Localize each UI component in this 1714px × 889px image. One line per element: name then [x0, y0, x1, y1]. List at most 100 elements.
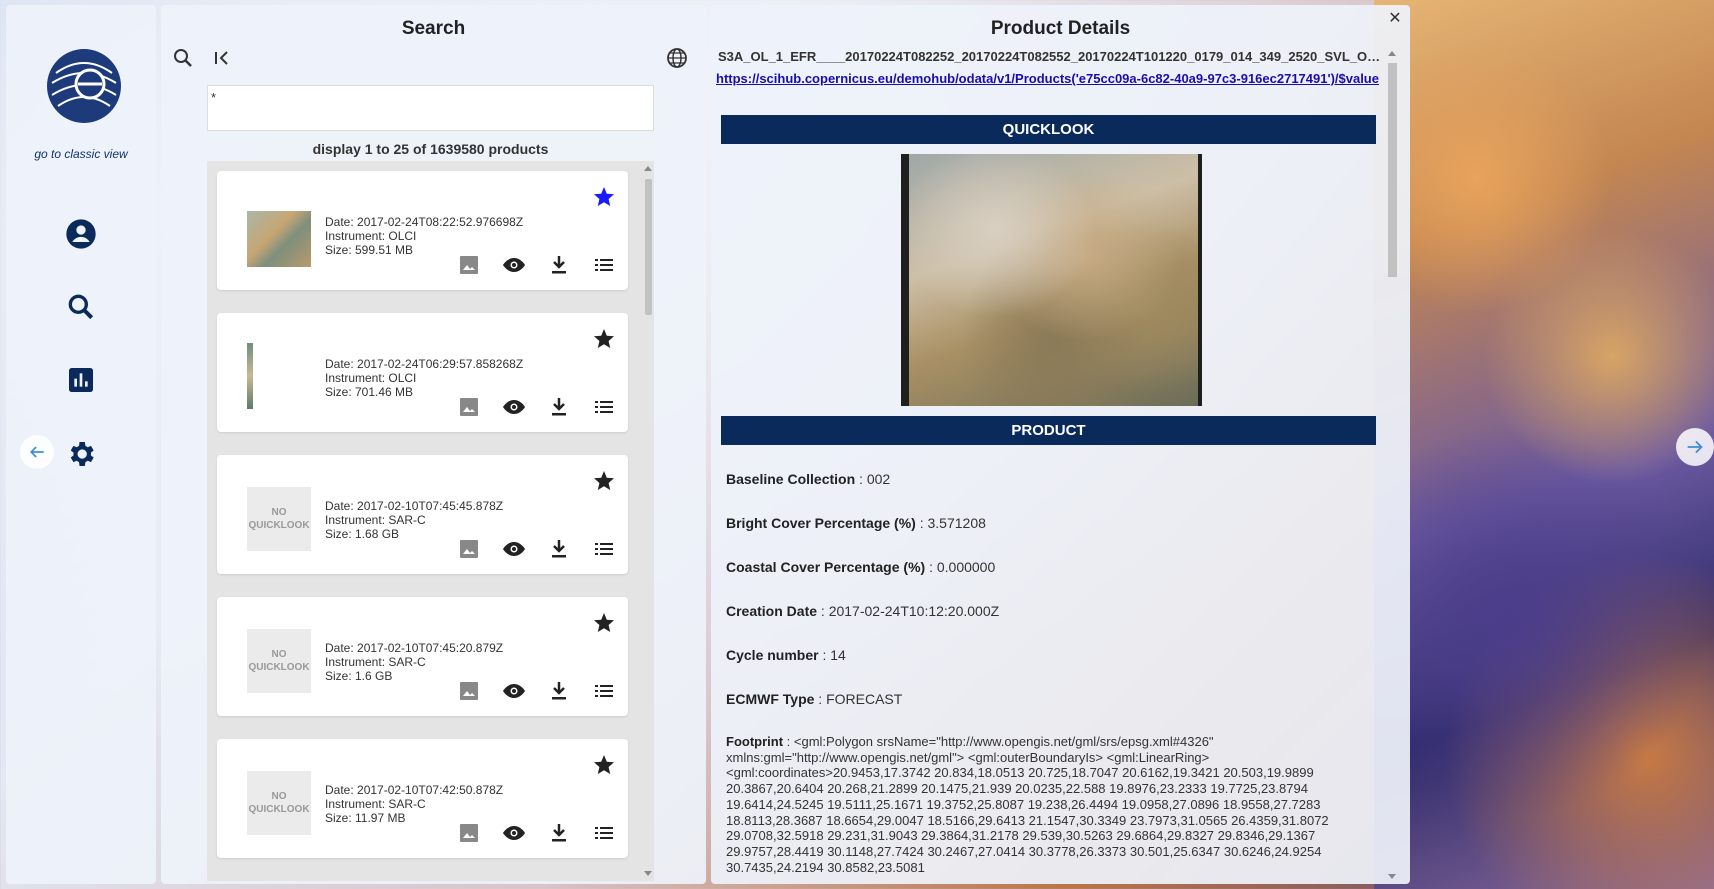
details-scrollbar[interactable]: [1386, 49, 1398, 881]
no-quicklook-placeholder: NO QUICKLOOK: [247, 771, 311, 835]
download-icon[interactable]: [547, 395, 571, 419]
image-icon[interactable]: [457, 679, 481, 703]
quicklook-header: QUICKLOOK: [721, 115, 1376, 144]
eye-icon[interactable]: [502, 395, 526, 419]
expand-arrow-button[interactable]: [1676, 428, 1714, 466]
download-icon[interactable]: [547, 537, 571, 561]
scroll-down-arrow[interactable]: [644, 871, 652, 876]
list-icon[interactable]: [592, 679, 616, 703]
result-instrument: Instrument: SAR-C: [325, 655, 426, 669]
result-instrument: Instrument: OLCI: [325, 371, 417, 385]
eye-icon[interactable]: [502, 253, 526, 277]
download-icon[interactable]: [547, 253, 571, 277]
account-icon[interactable]: [65, 218, 97, 250]
attribute-list: Baseline Collection : 002 Bright Cover P…: [726, 470, 1376, 889]
chart-icon[interactable]: [65, 364, 97, 396]
arrow-right-icon: [1687, 440, 1703, 454]
result-card[interactable]: Date: 2017-02-24T08:22:52.976698Z Instru…: [217, 171, 628, 290]
scroll-thumb[interactable]: [645, 179, 652, 315]
download-icon[interactable]: [547, 821, 571, 845]
image-icon[interactable]: [457, 395, 481, 419]
attribute-row: Creation Date : 2017-02-24T10:12:20.000Z: [726, 602, 1376, 620]
image-icon[interactable]: [457, 537, 481, 561]
attribute-row: Coastal Cover Percentage (%) : 0.000000: [726, 558, 1376, 576]
star-icon[interactable]: [592, 753, 616, 777]
results-scrollbar[interactable]: [642, 161, 654, 881]
attribute-label: Bright Cover Percentage (%): [726, 515, 916, 531]
attribute-row: ECMWF Type : FORECAST: [726, 690, 1376, 708]
image-icon[interactable]: [457, 253, 481, 277]
results-list[interactable]: Date: 2017-02-24T08:22:52.976698Z Instru…: [207, 161, 654, 881]
attribute-label: ECMWF Type: [726, 691, 815, 707]
product-header: PRODUCT: [721, 416, 1376, 445]
scroll-thumb[interactable]: [1388, 63, 1397, 277]
search-icon[interactable]: [171, 46, 195, 70]
search-panel: Search display 1 to 25 of 1639580 produc…: [161, 5, 706, 884]
star-icon[interactable]: [592, 185, 616, 209]
sidebar: go to classic view: [6, 5, 156, 884]
attribute-label: Cycle number: [726, 647, 819, 663]
settings-icon[interactable]: [65, 438, 97, 470]
classic-view-link[interactable]: go to classic view: [6, 147, 156, 161]
result-card[interactable]: NO QUICKLOOK Date: 2017-02-10T07:42:50.87…: [217, 739, 628, 858]
attribute-label: Coastal Cover Percentage (%): [726, 559, 926, 575]
globe-icon[interactable]: [665, 46, 689, 70]
list-icon[interactable]: [592, 253, 616, 277]
attribute-value: : 002: [855, 471, 891, 487]
result-instrument: Instrument: SAR-C: [325, 797, 426, 811]
close-icon[interactable]: ✕: [1387, 11, 1403, 27]
attribute-value: : FORECAST: [814, 691, 903, 707]
attribute-value: : 2017-02-24T10:12:20.000Z: [817, 603, 1000, 619]
list-icon[interactable]: [592, 395, 616, 419]
result-date: Date: 2017-02-10T07:45:45.878Z: [325, 499, 504, 513]
result-card[interactable]: NO QUICKLOOK Date: 2017-02-10T07:45:45.87…: [217, 455, 628, 574]
star-icon[interactable]: [592, 327, 616, 351]
attribute-value: : 0.000000: [925, 559, 996, 575]
scroll-up-arrow[interactable]: [644, 166, 652, 171]
scroll-down-arrow[interactable]: [1388, 874, 1396, 879]
list-icon[interactable]: [592, 537, 616, 561]
scroll-up-arrow[interactable]: [1388, 51, 1396, 56]
star-icon[interactable]: [592, 469, 616, 493]
result-instrument: Instrument: SAR-C: [325, 513, 426, 527]
quicklook-thumbnail[interactable]: [247, 343, 253, 409]
arrow-left-icon: [29, 446, 44, 458]
footprint-value: : <gml:Polygon srsName="http://www.openg…: [726, 734, 1329, 875]
eye-icon[interactable]: [502, 821, 526, 845]
image-icon[interactable]: [457, 821, 481, 845]
footprint-label: Footprint: [726, 734, 784, 749]
details-title: Product Details: [990, 18, 1131, 39]
attribute-row: Baseline Collection : 002: [726, 470, 1376, 488]
quicklook-thumbnail[interactable]: [247, 211, 311, 267]
attribute-row: Bright Cover Percentage (%) : 3.571208: [726, 514, 1376, 532]
search-query-input[interactable]: [207, 85, 654, 131]
search-icon[interactable]: [65, 291, 97, 323]
attribute-value: : 14: [818, 647, 846, 663]
attribute-value: : 3.571208: [915, 515, 986, 531]
list-icon[interactable]: [592, 821, 616, 845]
attribute-label: Baseline Collection: [726, 471, 856, 487]
esa-logo: [46, 48, 122, 124]
download-icon[interactable]: [547, 679, 571, 703]
results-count: display 1 to 25 of 1639580 products: [312, 141, 549, 157]
product-details-panel: Product Details ✕ S3A_OL_1_EFR____201702…: [711, 5, 1410, 884]
result-date: Date: 2017-02-24T08:22:52.976698Z: [325, 215, 524, 229]
result-date: Date: 2017-02-10T07:42:50.878Z: [325, 783, 504, 797]
product-download-link[interactable]: https://scihub.copernicus.eu/demohub/oda…: [716, 71, 1386, 86]
background-earth-image: [1374, 0, 1714, 889]
result-card[interactable]: NO QUICKLOOK Date: 2017-02-10T07:45:20.87…: [217, 597, 628, 716]
no-quicklook-placeholder: NO QUICKLOOK: [247, 629, 311, 693]
result-date: Date: 2017-02-24T06:29:57.858268Z: [325, 357, 524, 371]
result-date: Date: 2017-02-10T07:45:20.879Z: [325, 641, 504, 655]
search-title: Search: [401, 18, 466, 39]
eye-icon[interactable]: [502, 679, 526, 703]
star-icon[interactable]: [592, 611, 616, 635]
result-instrument: Instrument: OLCI: [325, 229, 417, 243]
result-card[interactable]: Date: 2017-02-24T06:29:57.858268Z Instru…: [217, 313, 628, 432]
attribute-row: Cycle number : 14: [726, 646, 1376, 664]
attribute-label: Creation Date: [726, 603, 818, 619]
first-page-icon[interactable]: [210, 46, 234, 70]
quicklook-image: [901, 154, 1202, 406]
eye-icon[interactable]: [502, 537, 526, 561]
collapse-arrow-button[interactable]: [20, 435, 54, 469]
